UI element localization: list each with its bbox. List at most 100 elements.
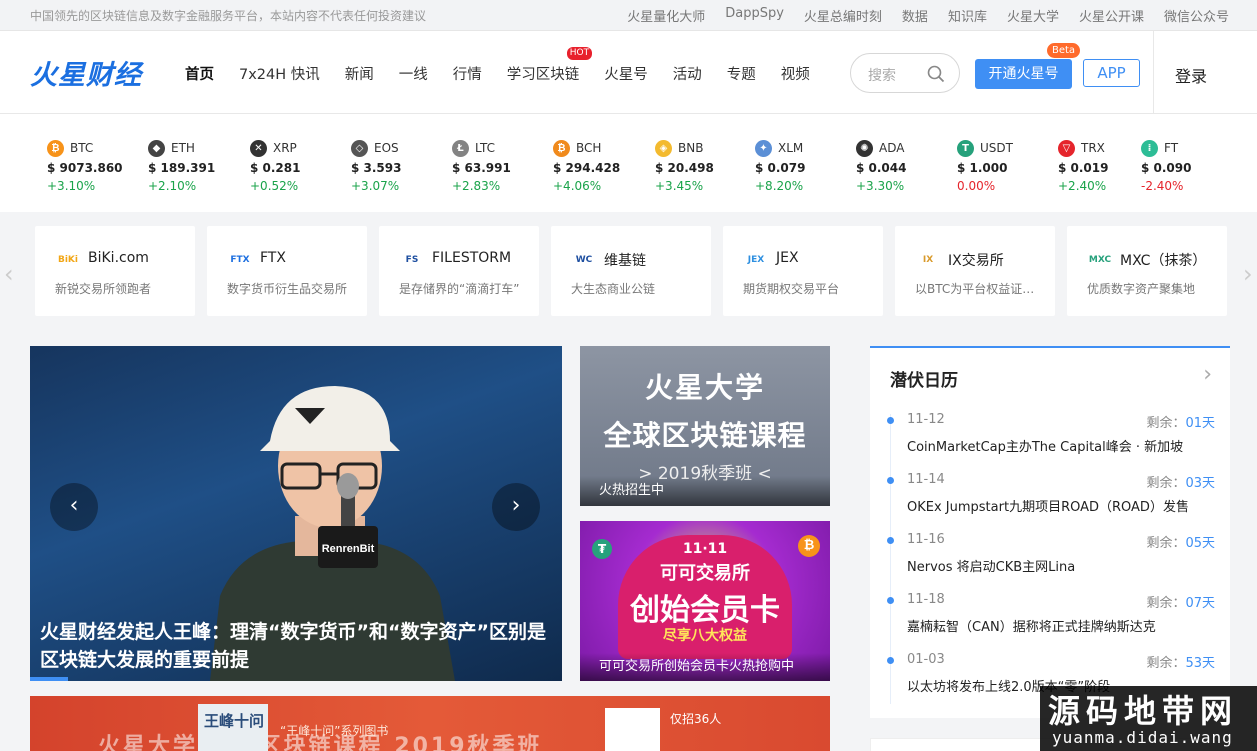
promo-university[interactable]: 火星大学 全球区块链课程 > 2019秋季班 < 火热招生中 [580,346,830,506]
top-link-data[interactable]: 数据 [902,6,928,25]
event-remaining: 剩余：53天 [1146,652,1215,671]
event-remaining: 剩余：01天 [1146,412,1215,431]
top-link-wechat[interactable]: 微信公众号 [1164,6,1229,25]
tron-icon: ▽ [1058,139,1075,157]
app-button[interactable]: APP [1083,59,1140,87]
ticker-price: $ 189.391 [148,161,216,175]
price-ticker: ₿ BTC $ 9073.860 +3.10% ◆ ETH $ 189.391 +2.10% ✕… [0,114,1257,212]
ticker-eth[interactable]: ◆ ETH $ 189.391 +2.10% [148,138,248,193]
exchange-card[interactable]: MXC MXC（抹茶） 优质数字资产聚集地 [1067,226,1227,316]
ticker-name: T USDT [957,138,1057,158]
ticker-ft[interactable]: ⁞ FT $ 0.090 -2.40% [1141,138,1241,193]
exchange-card[interactable]: FS FILESTORM 是存储界的“滴滴打车” [379,226,539,316]
ticker-xrp[interactable]: ✕ XRP $ 0.281 +0.52% [250,138,350,193]
login-link[interactable]: 登录 [1175,63,1207,87]
ticker-xlm[interactable]: ✦ XLM $ 0.079 +8.20% [755,138,855,193]
chevron-right-icon[interactable]: › [1243,260,1255,290]
ticker-change: -2.40% [1141,179,1184,193]
nav-home[interactable]: 首页 [185,63,214,84]
ticker-change: +3.07% [351,179,400,193]
promo-university-title: 火星大学 [644,371,765,404]
watermark-title: 源码地带网 [1048,692,1239,730]
top-links: 火星量化大师 DappSpy 火星总编时刻 数据 知识库 火星大学 火星公开课 … [627,6,1229,25]
exchange-card[interactable]: WC 维基链 大生态商业公链 [551,226,711,316]
bitcoin-icon: ₿ [47,139,64,157]
main-header: 火星财经 首页 7x24H 快讯 新闻 一线 行情 学习区块链 HOT 火星号 活… [0,31,1257,114]
nav-events[interactable]: 活动 [673,63,702,84]
nav-mars-account[interactable]: 火星号 [604,63,648,84]
calendar-event[interactable]: 11-18 剩余：07天 嘉楠耘智（CAN）据称将正式挂牌纳斯达克 [885,592,1215,652]
binance-icon: ◈ [655,139,672,157]
timeline-dot [887,657,894,664]
ticker-symbol: USDT [980,141,1013,155]
ticker-name: ◇ EOS [351,138,451,158]
search-icon[interactable] [927,65,945,83]
chevron-right-icon[interactable]: › [1203,362,1212,387]
event-title: 嘉楠耘智（CAN）据称将正式挂牌纳斯达克 [907,620,1156,635]
ripple-icon: ✕ [250,139,267,157]
ticker-eos[interactable]: ◇ EOS $ 3.593 +3.07% [351,138,451,193]
remaining-label: 剩余： [1146,416,1186,431]
calendar-event[interactable]: 11-16 剩余：05天 Nervos 将启动CKB主网Lina [885,532,1215,592]
ticker-btc[interactable]: ₿ BTC $ 9073.860 +3.10% [47,138,147,193]
course-banner-book: “王峰十问”系列图书 [280,724,389,738]
ticker-ada[interactable]: ✺ ADA $ 0.044 +3.30% [856,138,956,193]
search-input[interactable]: 搜索 [850,53,960,93]
remaining-label: 剩余： [1146,476,1186,491]
top-link-quant[interactable]: 火星量化大师 [627,6,705,25]
nav-news[interactable]: 新闻 [345,63,374,84]
nav-video[interactable]: 视频 [781,63,810,84]
featured-carousel[interactable]: RenrenBit ‹ › 火星财经发起人王峰：理清“数字货币”和“数字资产”区… [30,346,562,681]
nav-market[interactable]: 行情 [453,63,482,84]
remaining-label: 剩余： [1146,596,1186,611]
exchange-card[interactable]: BiKi BiKi.com 新锐交易所领跑者 [35,226,195,316]
header-divider [1153,31,1154,114]
top-link-wiki[interactable]: 知识库 [948,6,987,25]
open-mars-account-button[interactable]: 开通火星号 [975,59,1072,89]
event-title: OKEx Jumpstart九期项目ROAD（ROAD）发售 [907,500,1189,515]
chevron-left-icon[interactable]: ‹ [4,260,16,290]
calendar-event[interactable]: 11-12 剩余：01天 CoinMarketCap主办The Capital峰会 … [885,412,1215,472]
ticker-price: $ 63.991 [452,161,511,175]
event-title: CoinMarketCap主办The Capital峰会 · 新加坡 [907,440,1184,455]
ticker-price: $ 0.090 [1141,161,1192,175]
calendar-event[interactable]: 11-14 剩余：03天 OKEx Jumpstart九期项目ROAD（ROAD）发… [885,472,1215,532]
top-link-university[interactable]: 火星大学 [1007,6,1059,25]
exchange-strip: ‹ › BiKi BiKi.com 新锐交易所领跑者 FTX FTX 数字货币衍生品交易所… [0,212,1257,340]
event-remaining: 剩余：05天 [1146,532,1215,551]
carousel-prev-button[interactable]: ‹ [50,483,98,531]
nav-frontline[interactable]: 一线 [399,63,428,84]
ticker-bnb[interactable]: ◈ BNB $ 20.498 +3.45% [655,138,755,193]
course-banner[interactable]: 火星大学 全球区块链课程 2019秋季班 王峰十问 “王峰十问”系列图书 仅招3… [30,696,830,751]
carousel-next-button[interactable]: › [492,483,540,531]
top-link-dappspy[interactable]: DappSpy [725,6,784,25]
exchange-card[interactable]: JEX JEX 期货期权交易平台 [723,226,883,316]
nav-flash[interactable]: 7x24H 快讯 [239,63,320,84]
promo-member-caption: 可可交易所创始会员卡火热抢购中 [580,653,830,681]
promo-member-card[interactable]: ₮ ₿ 11·11 可可交易所 创始会员卡 尽享八大权益 可可交易所创始会员卡火… [580,521,830,681]
featured-caption[interactable]: 火星财经发起人王峰：理清“数字货币”和“数字资产”区别是区块链大发展的重要前提 [40,618,560,674]
site-logo[interactable]: 火星财经 [30,53,142,92]
watermark-url: yuanma.didai.wang [1052,728,1233,747]
ticker-change: +3.10% [47,179,96,193]
ticker-price: $ 0.281 [250,161,301,175]
top-link-editor[interactable]: 火星总编时刻 [804,6,882,25]
top-link-open-class[interactable]: 火星公开课 [1079,6,1144,25]
litecoin-icon: Ł [452,139,469,157]
exchange-card[interactable]: FTX FTX 数字货币衍生品交易所 [207,226,367,316]
ticker-bch[interactable]: ₿ BCH $ 294.428 +4.06% [553,138,653,193]
exchange-card[interactable]: IX IX交易所以BTC为平台权益证明的交易所 [895,226,1055,316]
event-date: 01-03 [907,652,945,667]
ticker-change: 0.00% [957,179,996,193]
remaining-label: 剩余： [1146,536,1186,551]
ticker-price: $ 294.428 [553,161,621,175]
exchange-desc: 以BTC为平台权益证明的交易所 [915,282,1043,296]
course-banner-quota: 仅招36人 [670,712,722,726]
ticker-usdt[interactable]: T USDT $ 1.000 0.00% [957,138,1057,193]
ticker-change: +2.10% [148,179,197,193]
ticker-ltc[interactable]: Ł LTC $ 63.991 +2.83% [452,138,552,193]
promo-member-exchange: 可可交易所 [660,563,750,584]
ticker-price: $ 0.079 [755,161,806,175]
nav-learn-blockchain[interactable]: 学习区块链 HOT [507,47,593,84]
nav-topics[interactable]: 专题 [727,63,756,84]
